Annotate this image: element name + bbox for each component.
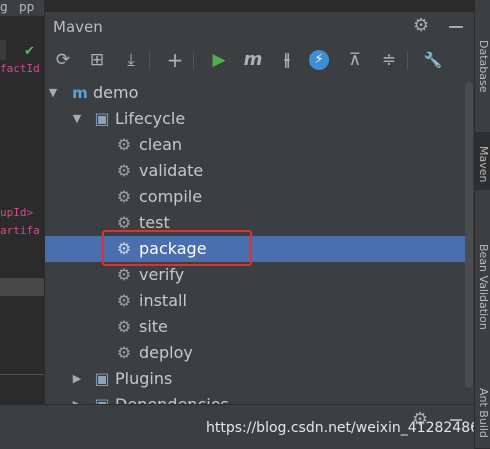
editor-gutter: [0, 40, 6, 60]
vertical-scrollbar[interactable]: [465, 82, 473, 388]
tab-label: Bean Validation: [477, 244, 490, 330]
maven-goal-icon[interactable]: m: [241, 48, 265, 72]
lifecycle-goal-site[interactable]: ⚙ site: [45, 314, 473, 340]
download-icon[interactable]: ⤓: [119, 48, 143, 72]
maven-title-bar: Maven ⚙: [45, 12, 475, 42]
wrench-icon[interactable]: 🔧: [421, 48, 445, 72]
refresh-icon[interactable]: ⟳: [51, 48, 75, 72]
maven-panel: Maven ⚙ ⟳ ⊞ ⤓ + ▶ m ⫲ ⚡ ⊼ ≑ 🔧 ▼ m demo ▼…: [44, 12, 475, 404]
toolbar-separator: [149, 52, 150, 70]
current-line-highlight: [0, 278, 44, 296]
lifecycle-goal-install[interactable]: ⚙ install: [45, 288, 473, 314]
lifecycle-goal-validate[interactable]: ⚙ validate: [45, 158, 473, 184]
skip-tests-icon[interactable]: ⚡: [309, 50, 329, 70]
gear-icon: ⚙: [116, 317, 132, 336]
toggle-offline-icon[interactable]: ⫲: [275, 48, 299, 72]
tree-label: validate: [139, 161, 204, 180]
right-tool-strip: Database Maven Bean Validation Ant Build: [474, 0, 490, 448]
tree-node-lifecycle[interactable]: ▼ ▣ Lifecycle: [45, 106, 473, 132]
editor-tab-strip: g pp: [0, 0, 44, 16]
collapse-arrow-icon[interactable]: ▶: [71, 392, 83, 404]
tree-label: clean: [139, 135, 183, 154]
minimize-icon[interactable]: [449, 26, 463, 28]
gear-icon: ⚙: [116, 291, 132, 310]
tab-maven[interactable]: Maven: [475, 132, 490, 190]
gear-icon[interactable]: ⚙: [413, 15, 429, 36]
tree-label: Dependencies: [115, 395, 229, 404]
tree-label: verify: [139, 265, 185, 284]
show-dependencies-icon[interactable]: ⊼: [343, 48, 367, 72]
lifecycle-goal-compile[interactable]: ⚙ compile: [45, 184, 473, 210]
folder-gear-icon: ▣: [94, 369, 110, 388]
gear-icon: ⚙: [116, 265, 132, 284]
collapse-arrow-icon[interactable]: ▶: [71, 366, 83, 392]
maven-toolbar: ⟳ ⊞ ⤓ + ▶ m ⫲ ⚡ ⊼ ≑ 🔧: [45, 46, 475, 74]
check-icon: ✔: [24, 44, 35, 59]
tree-node-demo[interactable]: ▼ m demo: [45, 80, 473, 106]
panel-title: Maven: [53, 18, 103, 36]
tree-label: demo: [93, 83, 139, 102]
folder-icon: ▣: [93, 396, 111, 405]
tab-database[interactable]: Database: [475, 40, 490, 106]
tab-label: Database: [477, 40, 490, 93]
tree-label: deploy: [139, 343, 193, 362]
code-editor[interactable]: g pp ✔ factId upId> artifa: [0, 0, 44, 404]
lifecycle-goal-clean[interactable]: ⚙ clean: [45, 132, 473, 158]
tree-node-dependencies[interactable]: ▶ ▣ Dependencies: [45, 392, 473, 404]
highlight-box: [102, 230, 252, 266]
expand-arrow-icon[interactable]: ▼: [71, 106, 83, 132]
tree-label: install: [139, 291, 187, 310]
tab-label: Ant Build: [477, 388, 490, 438]
tab-bean-validation[interactable]: Bean Validation: [475, 228, 490, 348]
code-line: factId: [0, 62, 40, 75]
maven-module-icon: m: [72, 84, 88, 102]
add-folder-icon[interactable]: ⊞: [85, 48, 109, 72]
tab-label: Maven: [477, 146, 490, 183]
code-line: artifa: [0, 224, 40, 237]
tree-label: site: [139, 317, 168, 336]
toolbar-separator: [193, 52, 194, 70]
code-line: upId>: [0, 206, 34, 219]
tree-label: compile: [139, 187, 203, 206]
tab-ant-build[interactable]: Ant Build: [475, 380, 490, 448]
expand-arrow-icon[interactable]: ▼: [47, 80, 59, 106]
gear-icon: ⚙: [116, 187, 132, 206]
toolbar-separator: [407, 52, 408, 70]
editor-divider: [0, 374, 44, 375]
gear-icon: ⚙: [116, 135, 132, 154]
folder-gear-icon: ▣: [94, 109, 110, 128]
tree-label: Plugins: [115, 369, 173, 388]
run-icon[interactable]: ▶: [207, 48, 231, 72]
plus-icon[interactable]: +: [163, 48, 187, 72]
collapse-all-icon[interactable]: ≑: [377, 48, 401, 72]
watermark: https://blog.csdn.net/weixin_41282486: [206, 420, 480, 436]
tree-node-plugins[interactable]: ▶ ▣ Plugins: [45, 366, 473, 392]
lifecycle-goal-deploy[interactable]: ⚙ deploy: [45, 340, 473, 366]
tree-label: Lifecycle: [115, 109, 186, 128]
gear-icon: ⚙: [116, 343, 132, 362]
gear-icon: ⚙: [116, 161, 132, 180]
